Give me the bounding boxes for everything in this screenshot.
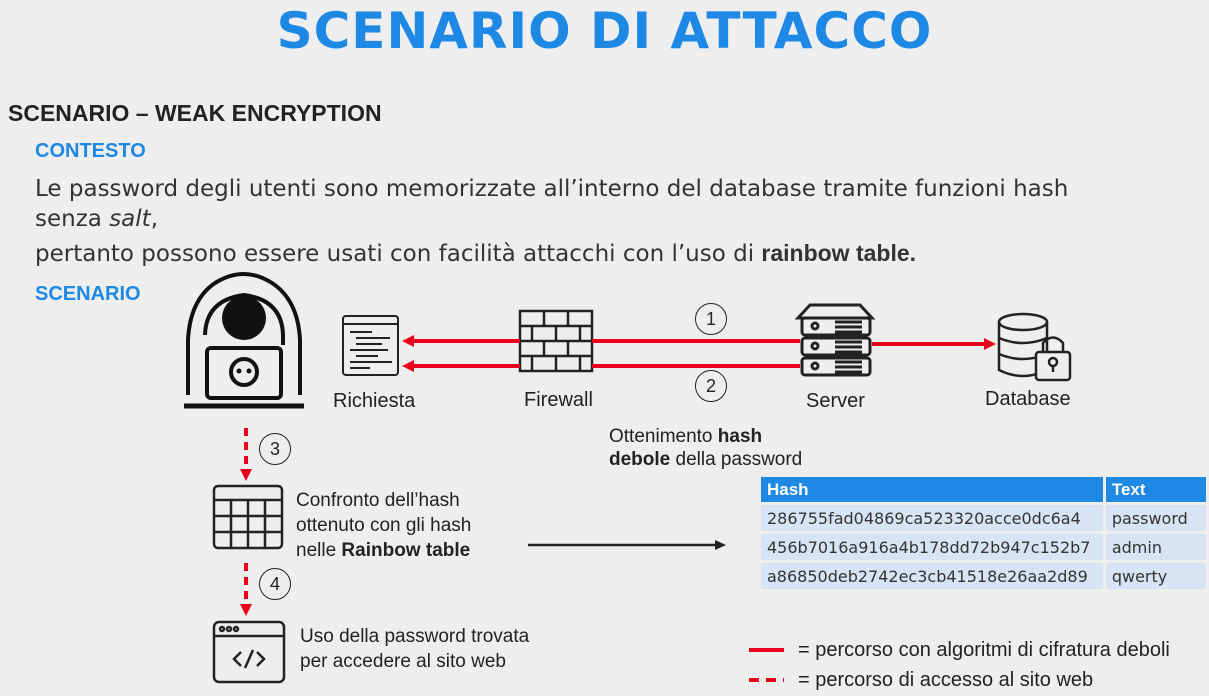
access-path-arrows [240, 428, 252, 616]
text-cell: qwerty [1104, 560, 1209, 589]
hacker-icon [184, 272, 304, 409]
use-password-text: Uso della password trovata per accedere … [300, 624, 529, 674]
compare-line-3-prefix: nelle [296, 540, 342, 561]
compare-line-1: Confronto dell’hash [296, 490, 460, 511]
use-password-line-1: Uso della password trovata [300, 626, 530, 647]
table-row: 456b7016a916a4b178dd72b947c152b7 admin [761, 531, 1209, 562]
database-label: Database [985, 388, 1071, 410]
legend-solid-text: = percorso con algoritmi di cifratura de… [798, 639, 1170, 661]
server-icon [794, 303, 876, 377]
step-1-badge: 1 [695, 303, 727, 335]
compare-arrow [528, 540, 726, 550]
step-4-badge: 4 [259, 568, 291, 600]
table-row: 286755fad04869ca523320acce0dc6a4 passwor… [761, 502, 1209, 533]
legend-lines [749, 648, 784, 682]
hash-cell: a86850deb2742ec3cb41518e26aa2d89 [761, 560, 1106, 589]
rainbow-table-icon [212, 484, 284, 550]
use-password-line-2: per accedere al sito web [300, 651, 506, 672]
obtain-hash-text: Ottenimento hash debole della password [609, 425, 802, 471]
rainbow-table: Hash Text 286755fad04869ca523320acce0dc6… [761, 477, 1209, 589]
richiesta-label: Richiesta [333, 390, 416, 412]
firewall-icon [518, 309, 594, 373]
rainbow-table-wrapper: Hash Text 286755fad04869ca523320acce0dc6… [761, 477, 1209, 589]
obtain-hash-prefix: Ottenimento [609, 426, 718, 447]
step-2-badge: 2 [695, 370, 727, 402]
obtain-hash-suffix: della password [670, 449, 803, 470]
weak-path-arrows [402, 335, 996, 372]
request-document-icon [342, 315, 399, 376]
table-header-row: Hash Text [761, 477, 1209, 504]
hash-cell: 286755fad04869ca523320acce0dc6a4 [761, 502, 1106, 533]
text-cell: password [1104, 502, 1209, 533]
compare-rainbow-table: Rainbow table [341, 540, 471, 561]
legend-dashed-text: = percorso di accesso al sito web [798, 669, 1094, 691]
step-3-badge: 3 [259, 433, 291, 465]
compare-line-3: nelle Rainbow table [296, 538, 471, 563]
server-label: Server [806, 390, 865, 412]
attack-diagram [184, 272, 1072, 684]
obtain-hash-bold-hash: hash [717, 426, 763, 447]
text-cell: admin [1104, 531, 1209, 562]
database-lock-icon [997, 312, 1072, 382]
hash-cell: 456b7016a916a4b178dd72b947c152b7 [761, 531, 1106, 562]
firewall-label: Firewall [524, 389, 593, 411]
table-row: a86850deb2742ec3cb41518e26aa2d89 qwerty [761, 560, 1209, 589]
compare-line-2: ottenuto con gli hash [296, 515, 472, 536]
column-header-text: Text [1104, 477, 1209, 504]
obtain-hash-bold-debole: debole [609, 449, 671, 470]
web-browser-icon [212, 620, 286, 684]
column-header-hash: Hash [761, 477, 1106, 504]
compare-text: Confronto dell’hash ottenuto con gli has… [296, 488, 471, 563]
